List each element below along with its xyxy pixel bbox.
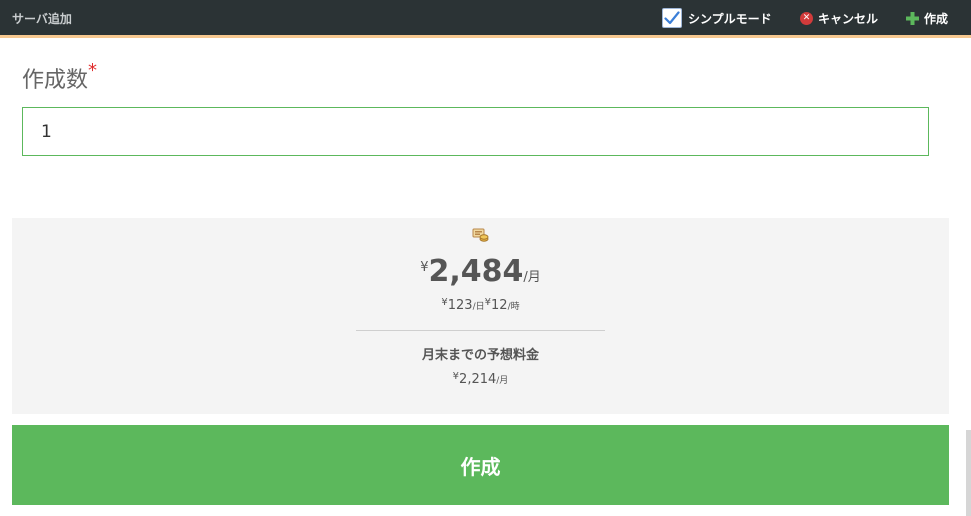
close-circle-icon: ✕ — [800, 11, 813, 25]
daily-unit: /日 — [472, 302, 485, 312]
daily-hourly-price: ¥123/日¥12/時 — [12, 297, 949, 313]
quantity-label-text: 作成数 — [22, 68, 89, 93]
simple-mode-label: シンプルモード — [688, 11, 772, 26]
page-title: サーバ追加 — [12, 12, 72, 26]
quantity-label: 作成数* — [22, 60, 98, 94]
monthly-price: ¥2,484/月 — [12, 254, 949, 289]
estimate-amount: 2,214 — [459, 372, 497, 387]
coins-icon — [472, 228, 489, 247]
currency-symbol: ¥ — [452, 371, 460, 382]
price-summary-panel: ¥2,484/月 ¥123/日¥12/時 月末までの予想料金 ¥2,214/月 — [12, 218, 949, 414]
estimate-label: 月末までの予想料金 — [421, 348, 539, 363]
toolbar-create-label: 作成 — [924, 11, 949, 26]
toolbar-create-button[interactable]: 作成 — [906, 8, 948, 28]
estimate-price: ¥2,214/月 — [12, 371, 949, 387]
plus-icon — [906, 11, 919, 25]
hourly-unit: /時 — [507, 302, 520, 312]
currency-symbol: ¥ — [420, 260, 429, 275]
top-toolbar: サーバ追加 シンプルモード ✕ キャンセル 作成 — [0, 0, 971, 38]
create-button[interactable]: 作成 — [12, 425, 949, 505]
cancel-label: キャンセル — [818, 11, 879, 26]
checkbox-checked-icon[interactable] — [662, 8, 682, 28]
scrollbar[interactable] — [966, 430, 971, 516]
currency-symbol: ¥ — [441, 297, 448, 308]
price-divider — [356, 330, 605, 331]
required-mark: * — [88, 60, 98, 81]
currency-symbol: ¥ — [484, 297, 492, 308]
estimate-unit: /月 — [496, 376, 509, 386]
hourly-amount: 12 — [491, 298, 508, 313]
cancel-button[interactable]: ✕ キャンセル — [800, 8, 878, 28]
monthly-unit: /月 — [523, 270, 541, 285]
quantity-input[interactable] — [22, 107, 929, 156]
monthly-amount: 2,484 — [428, 254, 524, 289]
daily-amount: 123 — [447, 298, 473, 313]
simple-mode-toggle[interactable]: シンプルモード — [662, 8, 772, 28]
